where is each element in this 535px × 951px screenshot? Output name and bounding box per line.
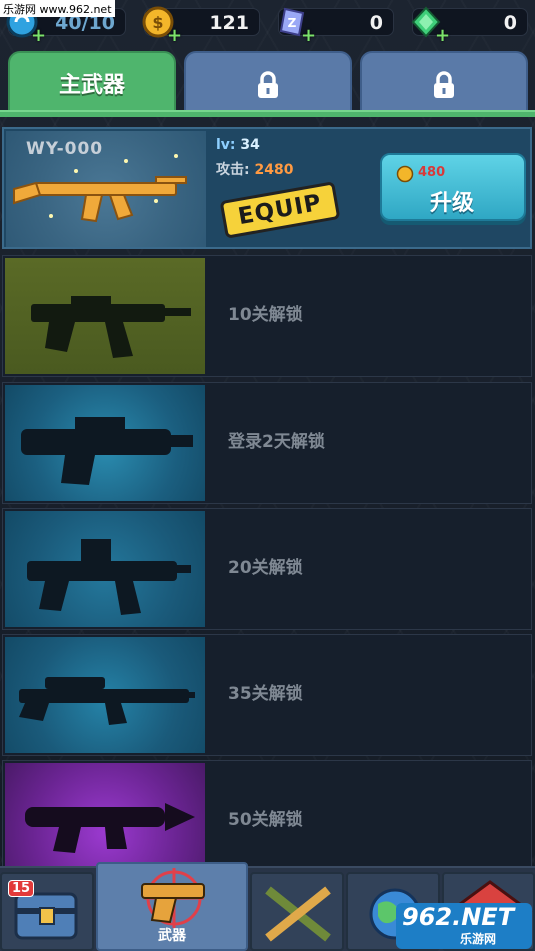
locked-sniper-silhouette-icon: [19, 677, 195, 725]
coin-value: 121: [209, 12, 249, 34]
weapon-thumbnail: [5, 637, 205, 753]
unlock-requirement: 50关解锁: [228, 810, 303, 830]
nav-chest-button[interactable]: 15: [0, 872, 94, 951]
crystal-counter[interactable]: Z + 0: [278, 7, 394, 46]
locked-rifle-silhouette-icon: [31, 296, 191, 358]
lock-icon: [434, 71, 454, 98]
attack-value: 2480: [254, 162, 294, 178]
tab-locked-tertiary[interactable]: [360, 51, 528, 113]
crystal-value: 0: [369, 12, 383, 34]
gem-value: 0: [503, 12, 517, 34]
tab-locked-secondary[interactable]: [184, 51, 352, 113]
weapon-thumbnail: [5, 258, 205, 374]
unlock-requirement: 20关解锁: [228, 558, 303, 578]
plus-icon[interactable]: +: [435, 25, 450, 46]
chest-count-badge: 15: [8, 880, 35, 897]
coin-counter[interactable]: $ + 121: [142, 6, 260, 46]
tab-underline: [0, 110, 535, 117]
weapon-row-locked[interactable]: 35关解锁: [2, 634, 532, 756]
crossed-rifles-icon: [265, 886, 331, 942]
coin-icon: [396, 165, 414, 183]
upgrade-cost: 480: [418, 165, 446, 180]
weapon-row-equipped[interactable]: WY-000 lv: 34 攻击: 2480 EQUIP 480 升级: [2, 127, 532, 249]
unlock-requirement: 登录2天解锁: [228, 432, 325, 452]
lock-icon: [258, 71, 278, 98]
weapon-attack: 攻击: 2480: [216, 159, 293, 179]
weapon-thumbnail: [5, 385, 205, 501]
locked-heavy-gun-silhouette-icon: [21, 417, 193, 485]
nav-arsenal-button[interactable]: [250, 872, 344, 951]
plus-icon[interactable]: +: [301, 25, 316, 46]
attack-label: 攻击:: [216, 162, 250, 178]
watermark-site-name: 乐游网: [460, 932, 497, 946]
level-label: lv:: [216, 137, 236, 153]
gem-counter[interactable]: + 0: [411, 6, 528, 46]
level-value: 34: [240, 137, 260, 153]
tab-label: 主武器: [58, 73, 125, 98]
locked-assault-rifle-silhouette-icon: [27, 539, 191, 615]
watermark-domain: 962.NET: [402, 903, 515, 931]
plus-icon[interactable]: +: [31, 25, 46, 46]
upgrade-button[interactable]: 480 升级: [380, 153, 526, 221]
tab-main-weapon[interactable]: 主武器: [8, 51, 176, 113]
weapon-row-locked[interactable]: 10关解锁: [2, 255, 532, 377]
weapon-row-locked[interactable]: 登录2天解锁: [2, 382, 532, 504]
weapon-row-locked[interactable]: 50关解锁: [2, 760, 532, 882]
equip-badge: EQUIP: [219, 181, 341, 239]
weapon-level: lv: 34: [216, 137, 260, 153]
weapon-name: WY-000: [26, 139, 104, 159]
resource-bar: 乐游网 www.962.net + 40/10 $ + 121 Z + 0 + …: [0, 0, 535, 46]
weapon-row-locked[interactable]: 20关解锁: [2, 508, 532, 630]
plus-icon[interactable]: +: [167, 25, 182, 46]
site-watermark: 乐游网 www.962.net: [0, 0, 115, 17]
nav-weapons-label: 武器: [158, 928, 186, 944]
unlock-requirement: 35关解锁: [228, 684, 303, 704]
unlock-requirement: 10关解锁: [228, 305, 303, 325]
weapon-thumbnail: [5, 511, 205, 627]
svg-text:Z: Z: [288, 16, 297, 30]
corner-watermark: 962.NET 乐游网: [396, 903, 532, 949]
svg-text:$: $: [152, 13, 163, 32]
weapon-thumbnail: WY-000: [6, 131, 206, 247]
nav-weapons-button[interactable]: 武器: [96, 862, 248, 951]
pistol-target-icon: [141, 868, 205, 928]
upgrade-label: 升级: [430, 191, 475, 216]
